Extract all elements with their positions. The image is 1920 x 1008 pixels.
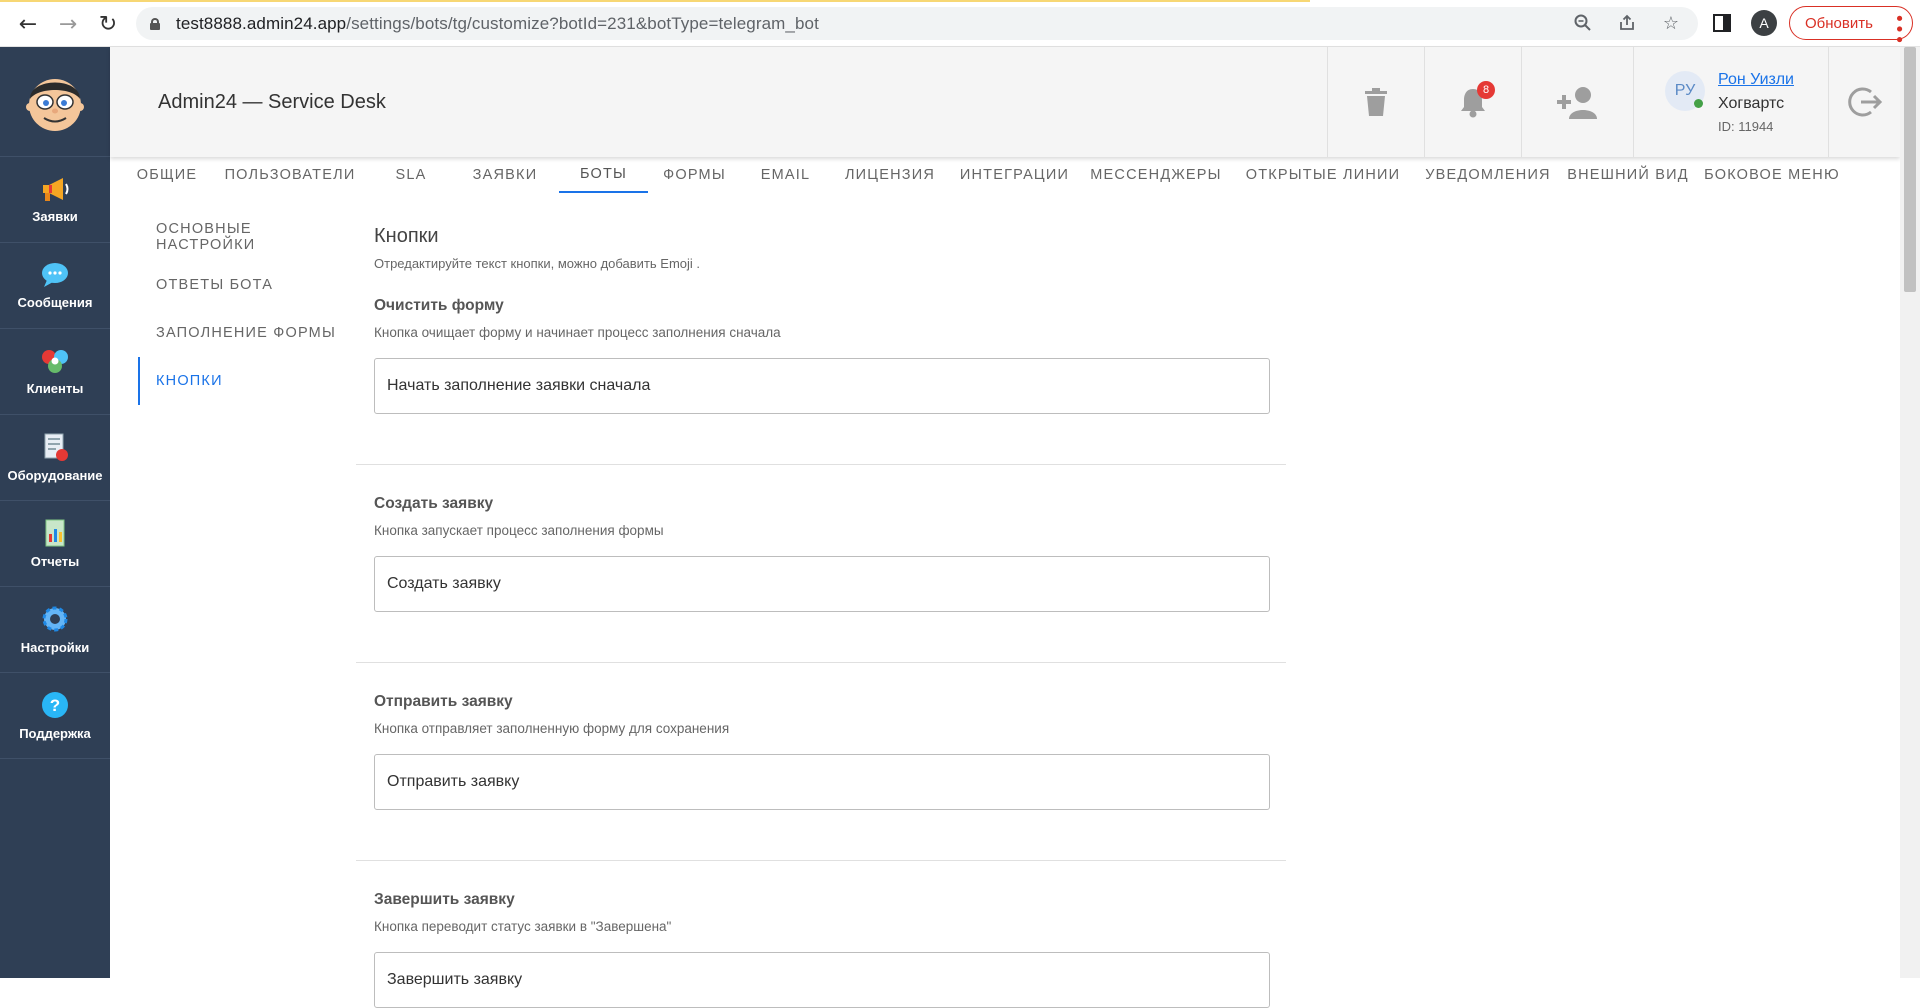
add-user-button[interactable] — [1521, 47, 1633, 157]
svg-text:?: ? — [50, 696, 60, 715]
user-name-link[interactable]: Рон Уизли — [1718, 71, 1794, 89]
field-title: Отправить заявку — [374, 693, 513, 710]
logout-icon — [1847, 87, 1882, 117]
subnav-bot-replies[interactable]: Ответы бота — [138, 261, 348, 309]
sidebar-item-equipment[interactable]: Оборудование — [0, 415, 110, 501]
sidebar-item-requests[interactable]: Заявки — [0, 157, 110, 243]
forward-arrow-icon[interactable]: → — [54, 10, 82, 38]
chat-bubble-icon — [42, 263, 68, 287]
tab-requests[interactable]: Заявки — [451, 157, 559, 193]
tab-side-menu[interactable]: Боковое меню — [1693, 157, 1851, 193]
update-browser-button[interactable]: Обновить ••• — [1789, 6, 1913, 45]
settings-tabs: Общие Пользователи SLA Заявки Боты Формы… — [125, 157, 1851, 193]
page-scrollbar[interactable] — [1900, 47, 1920, 978]
delete-button[interactable] — [1327, 47, 1424, 157]
tab-general[interactable]: Общие — [125, 157, 209, 193]
bookmark-star-icon[interactable]: ☆ — [1660, 12, 1682, 34]
buttons-settings-panel: Кнопки Отредактируйте текст кнопки, можн… — [356, 225, 1286, 1008]
subnav-buttons[interactable]: Кнопки — [138, 357, 348, 405]
address-bar[interactable]: test8888.admin24.app/settings/bots/tg/cu… — [136, 7, 1698, 40]
page-load-bar — [0, 0, 1310, 2]
add-user-icon — [1556, 87, 1597, 119]
sidebar-item-label: Отчеты — [30, 554, 80, 569]
share-icon[interactable] — [1616, 12, 1638, 34]
tab-appearance[interactable]: Внешний вид — [1563, 157, 1693, 193]
side-panel-icon[interactable] — [1713, 14, 1731, 32]
lock-icon — [150, 17, 160, 30]
notifications-button[interactable]: 8 — [1424, 47, 1521, 157]
app-title: Admin24 — Service Desk — [158, 91, 386, 113]
more-menu-icon[interactable]: ••• — [1888, 13, 1909, 45]
sidebar-item-label: Заявки — [32, 209, 78, 224]
section-divider — [356, 464, 1286, 465]
tab-users[interactable]: Пользователи — [209, 157, 371, 193]
gear-icon — [42, 606, 68, 632]
tab-bots[interactable]: Боты — [559, 157, 648, 193]
field-title: Завершить заявку — [374, 891, 515, 908]
section-title: Кнопки — [374, 225, 439, 247]
complete-request-button-text-input[interactable] — [374, 952, 1270, 1008]
zoom-icon[interactable] — [1572, 12, 1594, 34]
section-description: Отредактируйте текст кнопки, можно добав… — [374, 256, 701, 271]
tab-integrations[interactable]: Интеграции — [950, 157, 1079, 193]
subnav-form-filling[interactable]: Заполнение формы — [138, 309, 348, 357]
user-id: ID: 11944 — [1718, 119, 1774, 134]
sidebar-item-clients[interactable]: Клиенты — [0, 329, 110, 415]
section-divider — [356, 860, 1286, 861]
trash-icon — [1365, 88, 1387, 116]
user-organization: Хогвартс — [1718, 95, 1785, 112]
sidebar-item-reports[interactable]: Отчеты — [0, 501, 110, 587]
sidebar-item-messages[interactable]: Сообщения — [0, 243, 110, 329]
field-clear-form: Очистить форму Кнопка очищает форму и на… — [356, 297, 1286, 414]
tab-messengers[interactable]: Мессенджеры — [1079, 157, 1233, 193]
sidebar-item-label: Сообщения — [17, 295, 93, 310]
sidebar-item-label: Клиенты — [26, 381, 84, 396]
url-text[interactable]: test8888.admin24.app/settings/bots/tg/cu… — [176, 14, 819, 34]
tab-forms[interactable]: Формы — [648, 157, 741, 193]
create-request-button-text-input[interactable] — [374, 556, 1270, 612]
field-description: Кнопка переводит статус заявки в "Заверш… — [374, 919, 672, 934]
app-logo[interactable] — [0, 47, 110, 157]
equipment-icon — [44, 433, 68, 461]
sidebar-item-label: Поддержка — [19, 726, 91, 741]
notification-count-badge: 8 — [1477, 81, 1495, 99]
field-description: Кнопка очищает форму и начинает процесс … — [374, 325, 781, 340]
sidebar-item-label: Настройки — [20, 640, 90, 655]
cartoon-face-logo-icon — [26, 78, 84, 131]
field-title: Очистить форму — [374, 297, 504, 314]
field-title: Создать заявку — [374, 495, 494, 512]
clear-form-button-text-input[interactable] — [374, 358, 1270, 414]
reload-icon[interactable]: ↻ — [94, 10, 122, 38]
tab-open-lines[interactable]: Открытые линии — [1233, 157, 1413, 193]
field-description: Кнопка отправляет заполненную форму для … — [374, 721, 730, 736]
bot-settings-subnav: Основные настройки Ответы бота Заполнени… — [138, 213, 348, 405]
megaphone-icon — [43, 178, 69, 201]
field-description: Кнопка запускает процесс заполнения форм… — [374, 523, 664, 538]
help-icon: ? — [42, 692, 68, 718]
subnav-main-settings[interactable]: Основные настройки — [138, 213, 348, 261]
tab-notifications[interactable]: Уведомления — [1413, 157, 1563, 193]
update-label: Обновить — [1805, 14, 1873, 32]
app-sidebar: Заявки Сообщения Клиенты Оборудование От… — [0, 47, 110, 978]
tab-sla[interactable]: SLA — [371, 157, 451, 193]
section-divider — [356, 662, 1286, 663]
field-complete-request: Завершить заявку Кнопка переводит статус… — [356, 891, 1286, 1008]
report-icon — [45, 519, 65, 547]
profile-avatar[interactable]: A — [1751, 10, 1777, 36]
logout-button[interactable] — [1828, 47, 1900, 157]
tab-email[interactable]: Email — [741, 157, 830, 193]
back-arrow-icon[interactable]: ← — [14, 10, 42, 38]
browser-toolbar: ← → ↻ test8888.admin24.app/settings/bots… — [0, 0, 1920, 47]
field-send-request: Отправить заявку Кнопка отправляет запол… — [356, 693, 1286, 810]
online-status-dot — [1694, 99, 1703, 108]
field-create-request: Создать заявку Кнопка запускает процесс … — [356, 495, 1286, 612]
sidebar-item-label: Оборудование — [7, 468, 103, 483]
sidebar-item-support[interactable]: ? Поддержка — [0, 673, 110, 759]
send-request-button-text-input[interactable] — [374, 754, 1270, 810]
clients-icon — [42, 350, 68, 373]
sidebar-item-settings[interactable]: Настройки — [0, 587, 110, 673]
scrollbar-thumb[interactable] — [1904, 47, 1916, 292]
tab-license[interactable]: Лицензия — [830, 157, 950, 193]
app-header: Admin24 — Service Desk 8 РУ Рон Уизли Хо… — [110, 47, 1900, 157]
